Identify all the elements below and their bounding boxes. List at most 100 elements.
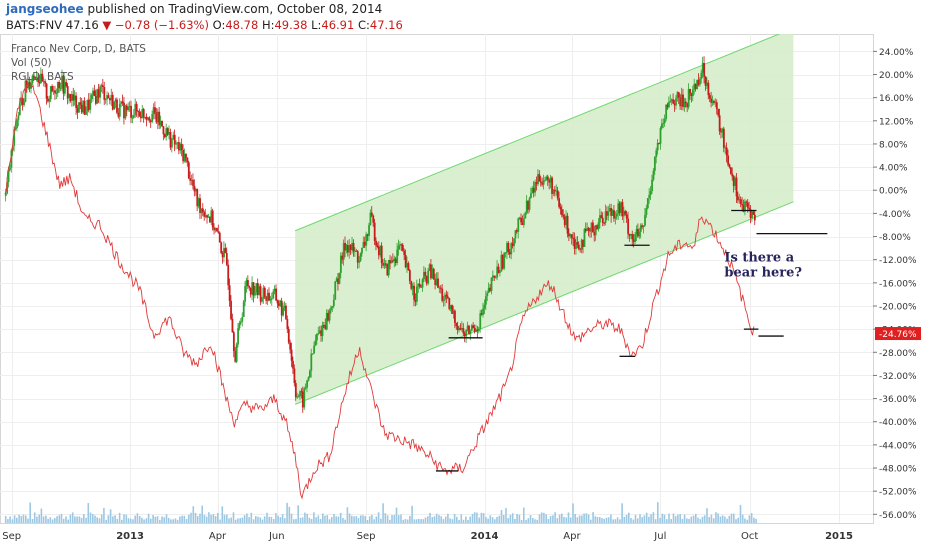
chart-canvas[interactable]: Is there a bear here? 24.00% 20.00% 16.00% 12…: [0, 34, 932, 550]
volume-bar: [11, 519, 14, 523]
candle-down: [375, 240, 377, 246]
volume-bar: [625, 514, 628, 523]
volume-bar: [384, 513, 387, 523]
volume-bar: [65, 516, 67, 523]
x-tick-label: Jul: [653, 531, 666, 542]
y-tick-label: 16.00%: [879, 94, 914, 104]
volume-bar: [402, 519, 404, 523]
candle-down: [162, 126, 165, 135]
volume-bar: [670, 519, 672, 523]
volume-bar: [165, 514, 168, 523]
candle-down: [722, 128, 725, 148]
volume-bar: [750, 513, 753, 523]
volume-bar: [49, 517, 52, 523]
volume-bar: [335, 516, 337, 523]
volume-bar: [9, 516, 11, 523]
candle-down: [216, 228, 218, 232]
volume-bar: [632, 519, 635, 523]
candle-down: [703, 63, 706, 77]
y-tick-label: 20.00%: [879, 71, 914, 81]
candle-up: [308, 370, 311, 378]
volume-bar: [127, 518, 130, 523]
candle-up: [503, 252, 506, 269]
volume-bar: [290, 513, 293, 523]
volume-bar: [467, 519, 469, 523]
volume-bar: [98, 518, 101, 523]
candle-up: [646, 198, 649, 209]
candle-down: [446, 296, 449, 298]
volume-bar: [20, 516, 23, 523]
volume-bar: [686, 518, 688, 523]
price-chart[interactable]: Is there a bear here? 24.00% 20.00% 16.00% 12…: [0, 34, 932, 550]
volume-bar: [317, 515, 320, 523]
x-tick-label: Oct: [741, 531, 758, 542]
volume-bar: [210, 514, 212, 523]
y-tick-label: -44.00%: [879, 441, 917, 451]
volume-bar: [143, 519, 145, 523]
candle-down: [227, 264, 230, 286]
volume-bar: [315, 517, 317, 523]
volume-bar: [31, 519, 34, 523]
candle-down: [352, 242, 355, 252]
volume-bar: [444, 516, 447, 523]
volume-bar: [36, 516, 38, 523]
candle-down: [715, 102, 718, 110]
volume-bar: [4, 516, 7, 523]
candle-down: [558, 198, 561, 207]
candle-down: [287, 328, 290, 343]
volume-bar: [726, 518, 728, 523]
volume-bar: [500, 510, 503, 523]
volume-bar: [261, 519, 264, 523]
candle-up: [465, 329, 468, 337]
volume-bar: [188, 514, 190, 523]
candle-up: [517, 218, 520, 232]
author-username[interactable]: jangseohee: [6, 2, 84, 16]
volume-bar: [596, 517, 599, 523]
candle-down: [247, 280, 249, 287]
volume-bar: [163, 517, 165, 523]
volume-bar: [154, 516, 157, 523]
volume-bar: [482, 513, 485, 523]
volume-bar: [473, 512, 476, 523]
volume-bar: [297, 505, 299, 523]
volume-bar: [695, 513, 697, 523]
volume-bar: [741, 514, 744, 523]
candle-down: [748, 207, 751, 210]
volume-bar: [397, 515, 400, 523]
candle-up: [442, 299, 445, 301]
candle-down: [455, 322, 458, 327]
candle-down: [576, 242, 579, 245]
volume-bar: [690, 516, 693, 523]
volume-bar: [324, 515, 326, 523]
volume-bar: [80, 517, 83, 523]
candle-up: [89, 99, 92, 110]
x-tick-label: Apr: [563, 531, 581, 542]
candle-down: [745, 201, 748, 203]
y-tick-label: -16.00%: [879, 279, 917, 289]
volume-bar: [18, 514, 20, 523]
volume-bar: [543, 512, 545, 523]
candle-down: [211, 210, 214, 228]
volume-bar: [239, 518, 241, 523]
volume-bar: [460, 514, 463, 523]
x-axis: Sep 2013 Apr Jun Sep 2014 Apr Jul Oct 2015: [2, 531, 853, 542]
volume-bar: [355, 516, 358, 523]
candle-up: [659, 128, 662, 144]
volume-bar: [572, 503, 574, 523]
volume-bar: [547, 519, 550, 523]
candle-down: [180, 143, 183, 150]
candle-down: [403, 250, 406, 255]
candle-down: [408, 270, 411, 282]
candle-down: [232, 332, 235, 351]
volume-bar: [357, 518, 360, 523]
volume-bar: [654, 519, 657, 523]
volume-bar: [45, 515, 47, 523]
volume-bar: [27, 518, 29, 523]
volume-bar: [121, 519, 123, 523]
volume-bar: [730, 513, 733, 523]
volume-bar: [594, 516, 597, 523]
volume-bar: [328, 519, 331, 523]
volume-bar: [221, 506, 224, 523]
candle-up: [528, 198, 531, 210]
volume-bar: [217, 512, 219, 523]
